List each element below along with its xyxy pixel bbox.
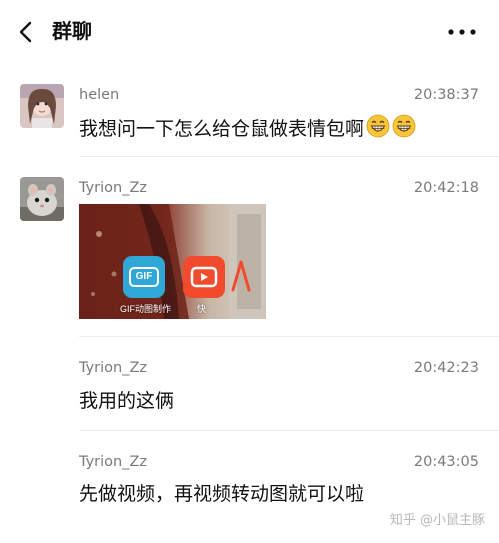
gif-icon-text: GIF: [129, 267, 159, 287]
grinning-face-icon: [392, 114, 416, 145]
page-title: 群聊: [52, 19, 92, 43]
message-text: 先做视频，再视频转动图就可以啦: [79, 483, 365, 505]
message-text-content: 我想问一下怎么给仓鼠做表情包啊: [79, 118, 365, 140]
divider: [79, 430, 499, 431]
sender-name: Tyrion_Zz: [79, 454, 148, 470]
watermark: 知乎 @小鼠主豚: [389, 513, 485, 528]
sender-name: Tyrion_Zz: [79, 360, 148, 376]
message-text: 我想问一下怎么给仓鼠做表情包啊: [79, 114, 416, 145]
divider: [79, 156, 499, 157]
sender-name: helen: [79, 87, 120, 103]
image-message[interactable]: GIF GIF动图制作 快: [79, 204, 266, 319]
video-editor-app-icon: [183, 256, 225, 298]
message-time: 20:38:37: [413, 87, 479, 103]
message-time: 20:43:05: [413, 454, 479, 470]
app-label: 快: [197, 304, 207, 314]
app-label: GIF动图制作: [120, 304, 171, 314]
message-time: 20:42:18: [413, 180, 479, 196]
sender-name: Tyrion_Zz: [79, 180, 148, 196]
more-dots-icon[interactable]: [447, 22, 477, 42]
avatar[interactable]: [20, 177, 64, 221]
avatar[interactable]: [20, 84, 64, 128]
message-time: 20:42:23: [413, 360, 479, 376]
message-text: 我用的这俩: [79, 390, 175, 412]
chevron-left-icon[interactable]: [16, 20, 36, 44]
divider: [79, 336, 499, 337]
top-bar: 群聊: [0, 0, 499, 64]
grinning-face-icon: [366, 114, 390, 145]
gif-maker-app-icon: GIF: [123, 256, 165, 298]
arrow-icon: [231, 260, 251, 292]
